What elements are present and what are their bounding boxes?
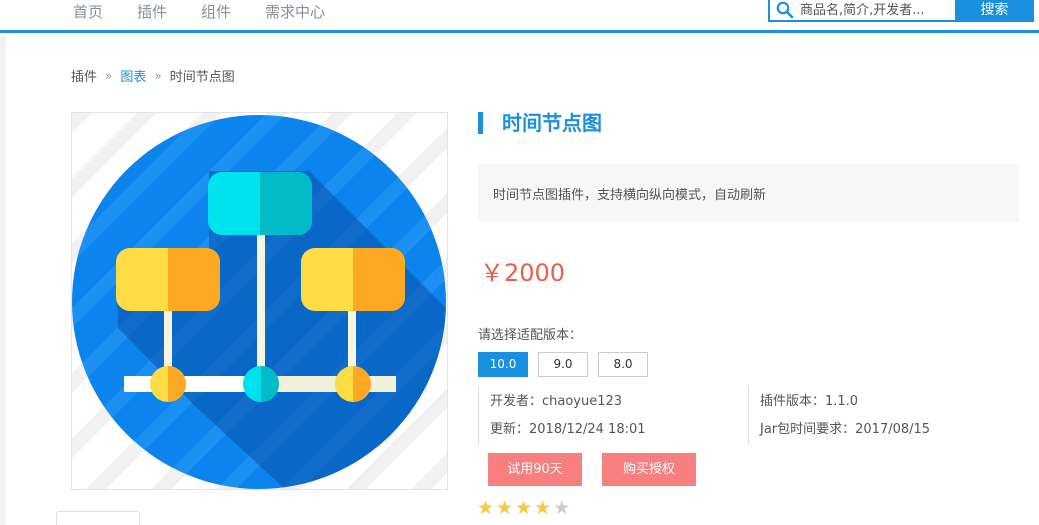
- star-icon: ★: [477, 497, 495, 519]
- search-icon[interactable]: [776, 1, 794, 19]
- main-nav: 首页 插件 组件 需求中心: [73, 3, 359, 21]
- version-option-10[interactable]: 10.0: [478, 352, 528, 377]
- buy-license-button[interactable]: 购买授权: [602, 453, 696, 486]
- breadcrumb-separator: »: [154, 68, 162, 83]
- breadcrumb: 插件 » 图表 » 时间节点图: [71, 66, 235, 86]
- product-image: [71, 112, 448, 490]
- breadcrumb-current: 时间节点图: [169, 70, 235, 85]
- nav-item-demand-center[interactable]: 需求中心: [265, 3, 325, 21]
- nav-item-home[interactable]: 首页: [73, 3, 103, 21]
- title-accent-bar: [478, 112, 483, 134]
- version-option-9[interactable]: 9.0: [538, 352, 588, 377]
- rating-stars: ★ ★ ★ ★ ★: [477, 498, 572, 518]
- breadcrumb-charts[interactable]: 图表: [120, 66, 146, 85]
- product-price: ￥2000: [480, 259, 566, 287]
- search-box: [768, 0, 956, 22]
- product-description: 时间节点图插件，支持横向纵向模式，自动刷新: [493, 188, 767, 203]
- star-icon: ★: [553, 497, 571, 519]
- timeline-node-chart-icon: [72, 113, 447, 489]
- plugin-version-info: 插件版本：1.1.0: [760, 394, 859, 409]
- developer-info: 开发者：chaoyue123: [490, 394, 623, 409]
- page-left-border: [0, 36, 6, 525]
- version-options: 10.0 9.0 8.0: [478, 352, 658, 377]
- search-button[interactable]: 搜索: [955, 0, 1034, 22]
- breadcrumb-plugins[interactable]: 插件: [71, 66, 97, 85]
- trial-button[interactable]: 试用90天: [488, 453, 582, 486]
- info-column-right: 插件版本：1.1.0 Jar包时间要求：2017/08/15: [748, 386, 930, 444]
- info-column-left: 开发者：chaoyue123 更新：2018/12/24 18:01: [478, 386, 646, 444]
- breadcrumb-separator: »: [105, 68, 113, 83]
- star-icon: ★: [515, 497, 533, 519]
- star-icon: ★: [496, 497, 514, 519]
- nav-item-plugins[interactable]: 插件: [137, 3, 167, 21]
- nav-item-components[interactable]: 组件: [201, 3, 231, 21]
- star-icon: ★: [534, 497, 552, 519]
- search-input[interactable]: [800, 1, 954, 19]
- product-title: 时间节点图: [502, 111, 602, 135]
- version-label: 请选择适配版本：: [478, 328, 583, 343]
- jar-requirement-info: Jar包时间要求：2017/08/15: [760, 422, 931, 437]
- version-option-8[interactable]: 8.0: [598, 352, 648, 377]
- updated-info: 更新：2018/12/24 18:01: [490, 422, 646, 437]
- thumbnail-tab[interactable]: [56, 511, 140, 525]
- description-box: 时间节点图插件，支持横向纵向模式，自动刷新: [478, 164, 1019, 222]
